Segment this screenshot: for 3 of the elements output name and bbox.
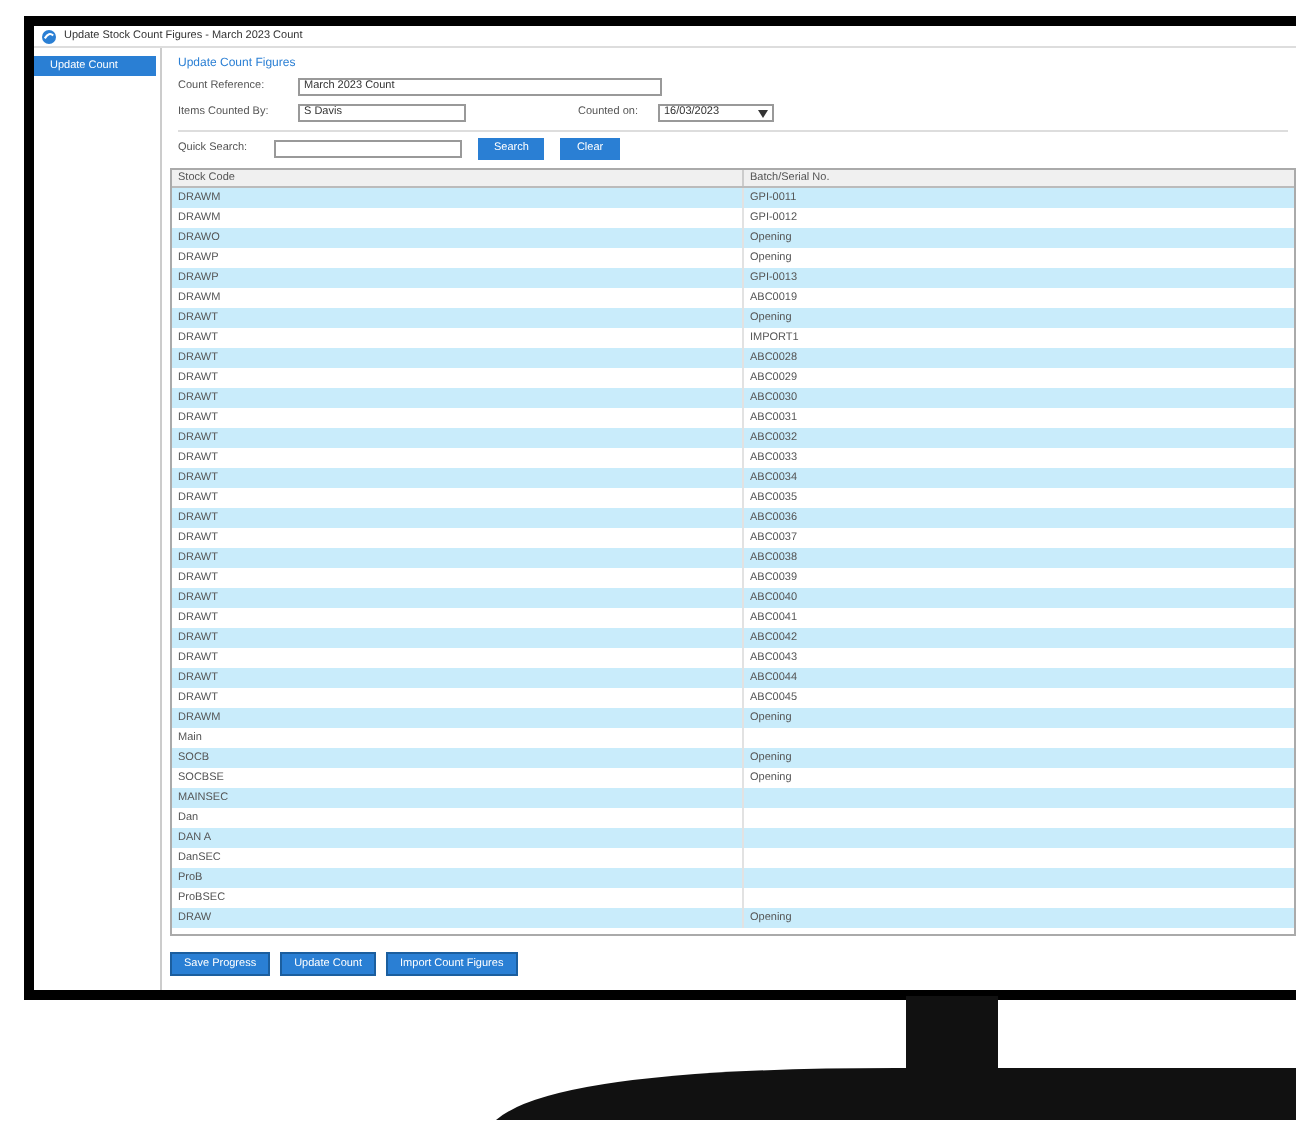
search-field[interactable] [274,140,462,158]
dropdown-arrow-icon [758,109,768,117]
app-icon [42,29,56,43]
